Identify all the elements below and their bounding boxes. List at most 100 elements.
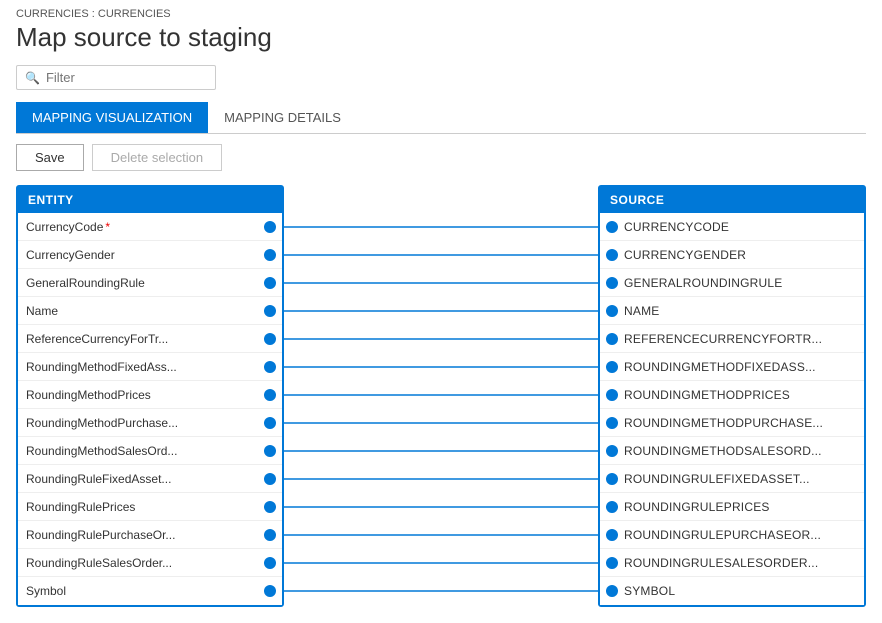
entity-row-label: RoundingMethodSalesOrd... <box>26 444 258 458</box>
source-row-label: ROUNDINGMETHODFIXEDASS... <box>624 360 856 374</box>
entity-row-label: RoundingMethodPrices <box>26 388 258 402</box>
source-row-label: NAME <box>624 304 856 318</box>
entity-panel-body: CurrencyCode* CurrencyGender GeneralRoundi… <box>18 213 282 605</box>
entity-dot <box>264 333 276 345</box>
connector-lines <box>284 185 598 607</box>
source-dot <box>606 333 618 345</box>
source-row: ROUNDINGMETHODPURCHASE... <box>600 409 864 437</box>
tab-mapping-details[interactable]: MAPPING DETAILS <box>208 102 357 133</box>
source-row-label: ROUNDINGRULEFIXEDASSET... <box>624 472 856 486</box>
source-row: ROUNDINGMETHODFIXEDASS... <box>600 353 864 381</box>
entity-row: RoundingRulePurchaseOr... <box>18 521 282 549</box>
source-row-label: CURRENCYGENDER <box>624 248 856 262</box>
source-dot <box>606 473 618 485</box>
save-button[interactable]: Save <box>16 144 84 171</box>
connector-line <box>284 437 598 465</box>
source-row-label: ROUNDINGMETHODPURCHASE... <box>624 416 856 430</box>
source-row-label: ROUNDINGRULEPURCHASEOR... <box>624 528 856 542</box>
source-dot <box>606 221 618 233</box>
connector-line <box>284 577 598 605</box>
connector-line <box>284 409 598 437</box>
source-row-label: GENERALROUNDINGRULE <box>624 276 856 290</box>
connector-svg <box>284 493 598 521</box>
connector-svg <box>284 437 598 465</box>
entity-row: RoundingMethodPurchase... <box>18 409 282 437</box>
entity-dot <box>264 501 276 513</box>
entity-dot <box>264 473 276 485</box>
connector-svg <box>284 577 598 605</box>
source-row: CURRENCYCODE <box>600 213 864 241</box>
entity-row: CurrencyGender <box>18 241 282 269</box>
entity-row-label: RoundingMethodFixedAss... <box>26 360 258 374</box>
source-row-label: ROUNDINGMETHODPRICES <box>624 388 856 402</box>
entity-dot <box>264 389 276 401</box>
source-dot <box>606 585 618 597</box>
entity-row-label: RoundingRulePurchaseOr... <box>26 528 258 542</box>
connector-line <box>284 493 598 521</box>
source-row-label: ROUNDINGRULESALESORDER... <box>624 556 856 570</box>
entity-row: RoundingRuleSalesOrder... <box>18 549 282 577</box>
page-title: Map source to staging <box>16 22 866 53</box>
filter-input[interactable] <box>46 70 207 85</box>
filter-box: 🔍 <box>16 65 216 90</box>
entity-dot <box>264 445 276 457</box>
entity-row: RoundingMethodSalesOrd... <box>18 437 282 465</box>
connector-line <box>284 269 598 297</box>
entity-row: CurrencyCode* <box>18 213 282 241</box>
entity-row-label: CurrencyGender <box>26 248 258 262</box>
entity-row: ReferenceCurrencyForTr... <box>18 325 282 353</box>
entity-row: Symbol <box>18 577 282 605</box>
mapping-area: ENTITY CurrencyCode* CurrencyGender Genera… <box>16 185 866 607</box>
entity-panel-header: ENTITY <box>18 187 282 213</box>
source-row: SYMBOL <box>600 577 864 605</box>
entity-row: RoundingRuleFixedAsset... <box>18 465 282 493</box>
source-dot <box>606 529 618 541</box>
delete-button[interactable]: Delete selection <box>92 144 223 171</box>
source-row: GENERALROUNDINGRULE <box>600 269 864 297</box>
connector-svg <box>284 213 598 241</box>
entity-dot <box>264 221 276 233</box>
source-dot <box>606 277 618 289</box>
search-icon: 🔍 <box>25 71 40 85</box>
connector-line <box>284 549 598 577</box>
entity-row: Name <box>18 297 282 325</box>
entity-dot <box>264 249 276 261</box>
source-dot <box>606 305 618 317</box>
connector-line <box>284 241 598 269</box>
connector-svg <box>284 269 598 297</box>
connector-line <box>284 325 598 353</box>
connector-svg <box>284 353 598 381</box>
entity-row-label: RoundingRuleSalesOrder... <box>26 556 258 570</box>
breadcrumb: CURRENCIES : CURRENCIES <box>16 8 866 20</box>
entity-row-label: RoundingRulePrices <box>26 500 258 514</box>
tab-mapping-visualization[interactable]: MAPPING VISUALIZATION <box>16 102 208 133</box>
entity-dot <box>264 305 276 317</box>
entity-dot <box>264 529 276 541</box>
entity-panel: ENTITY CurrencyCode* CurrencyGender Genera… <box>16 185 284 607</box>
source-row: ROUNDINGMETHODSALESORD... <box>600 437 864 465</box>
connector-line <box>284 353 598 381</box>
connector-svg <box>284 521 598 549</box>
connector-line <box>284 213 598 241</box>
connector-line <box>284 381 598 409</box>
source-row: CURRENCYGENDER <box>600 241 864 269</box>
connector-svg <box>284 325 598 353</box>
entity-dot <box>264 417 276 429</box>
source-dot <box>606 417 618 429</box>
source-row: ROUNDINGRULEFIXEDASSET... <box>600 465 864 493</box>
connector-svg <box>284 549 598 577</box>
entity-row: GeneralRoundingRule <box>18 269 282 297</box>
entity-row-label: Symbol <box>26 584 258 598</box>
source-dot <box>606 557 618 569</box>
source-dot <box>606 361 618 373</box>
entity-row-label: CurrencyCode* <box>26 220 258 234</box>
source-row: REFERENCECURRENCYFORTR... <box>600 325 864 353</box>
entity-row: RoundingMethodPrices <box>18 381 282 409</box>
source-panel: SOURCE CURRENCYCODECURRENCYGENDERGENERAL… <box>598 185 866 607</box>
connector-svg <box>284 381 598 409</box>
source-panel-body: CURRENCYCODE CURRENCYGENDER GENERALROUNDIN… <box>600 213 864 605</box>
source-row-label: ROUNDINGRULEPRICES <box>624 500 856 514</box>
entity-dot <box>264 585 276 597</box>
source-dot <box>606 389 618 401</box>
entity-dot <box>264 557 276 569</box>
